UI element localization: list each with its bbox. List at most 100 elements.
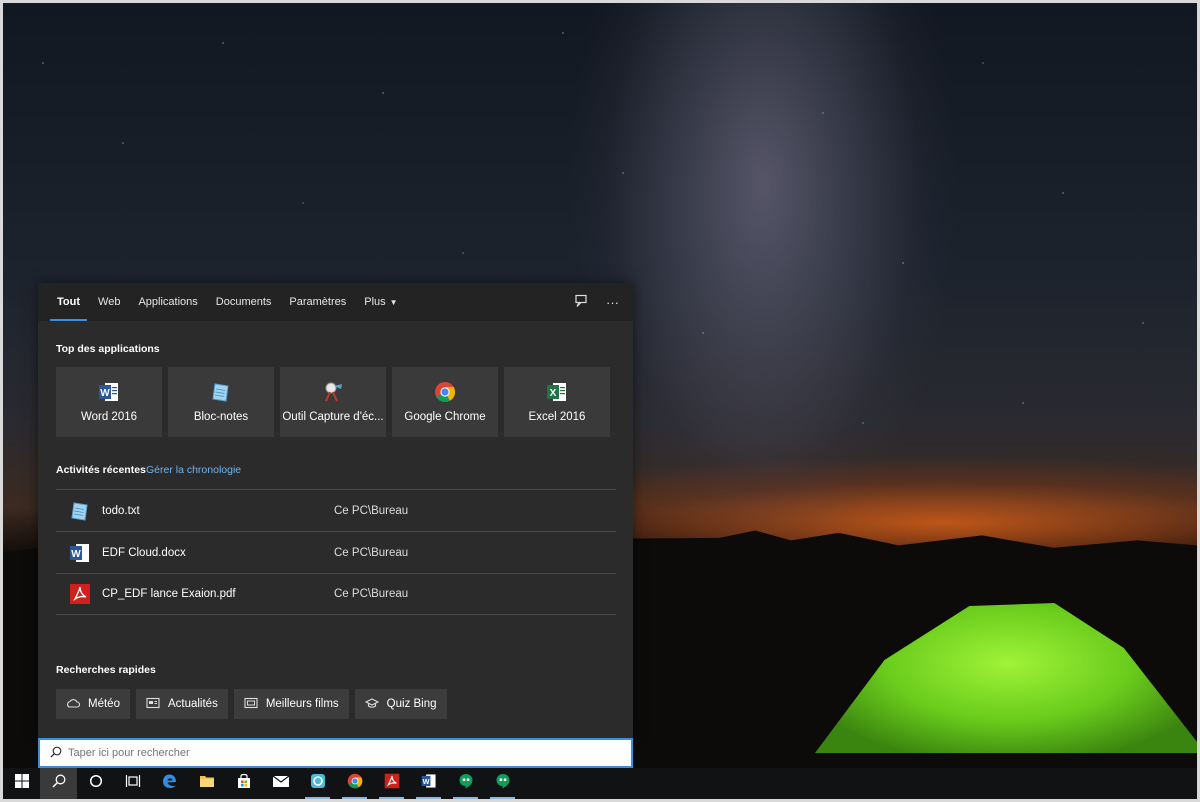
tab-parametres[interactable]: Paramètres: [280, 283, 355, 321]
app-name: Word 2016: [80, 411, 138, 423]
caret-down-icon: ▼: [389, 297, 398, 307]
taskbar-store[interactable]: [225, 768, 262, 799]
search-tabbar: Tout Web Applications Documents Paramètr…: [38, 283, 633, 321]
news-icon: [146, 697, 160, 712]
app-tile-notepad[interactable]: Bloc-notes: [168, 367, 274, 437]
tab-documents[interactable]: Documents: [207, 283, 281, 321]
recent-item-cp-edf[interactable]: CP_EDF lance Exaion.pdf Ce PC\Bureau: [56, 573, 616, 615]
search-icon: [50, 746, 62, 761]
word-icon: W: [68, 542, 92, 564]
tab-web[interactable]: Web: [89, 283, 129, 321]
tabbar-actions: ···: [574, 283, 619, 321]
file-explorer-icon: [199, 774, 215, 793]
notepad-icon: [68, 500, 92, 522]
app-name: Excel 2016: [528, 411, 586, 423]
movie-icon: [244, 697, 258, 712]
top-apps-title: Top des applications: [56, 343, 160, 355]
taskbar-file-explorer[interactable]: [188, 768, 225, 799]
feedback-icon[interactable]: [574, 294, 588, 311]
cortana-icon: [89, 774, 103, 793]
svg-text:W: W: [100, 388, 110, 399]
word-icon: W: [421, 773, 437, 794]
recent-item-edf-cloud[interactable]: W EDF Cloud.docx Ce PC\Bureau: [56, 531, 616, 573]
tab-applications[interactable]: Applications: [129, 283, 206, 321]
start-button[interactable]: [3, 768, 40, 799]
file-name: todo.txt: [102, 504, 140, 517]
tab-label: Web: [98, 296, 121, 308]
pdf-icon: [68, 583, 92, 605]
tab-label: Applications: [138, 296, 198, 308]
word-icon: W: [98, 381, 120, 403]
app-tile-word[interactable]: W Word 2016: [56, 367, 162, 437]
recent-item-todo[interactable]: todo.txt Ce PC\Bureau: [56, 489, 616, 531]
taskbar-app[interactable]: [299, 768, 336, 799]
tab-label: Plus: [364, 296, 386, 308]
quick-search-label: Quiz Bing: [386, 698, 437, 710]
hangouts-icon: [495, 773, 511, 794]
quick-search-news[interactable]: Actualités: [135, 689, 228, 719]
quick-search-label: Meilleurs films: [265, 698, 339, 710]
svg-text:X: X: [550, 388, 557, 399]
taskbar-chrome[interactable]: [336, 768, 373, 799]
file-location: Ce PC\Bureau: [334, 546, 409, 559]
taskbar-search-box[interactable]: [38, 738, 633, 768]
taskbar-mail[interactable]: [262, 768, 299, 799]
app-name: Bloc-notes: [193, 411, 249, 423]
task-view-button[interactable]: [114, 768, 151, 799]
excel-icon: X: [546, 381, 568, 403]
tab-label: Tout: [57, 296, 81, 308]
app-tile-excel[interactable]: X Excel 2016: [504, 367, 610, 437]
search-input[interactable]: [68, 747, 608, 759]
snipping-tool-icon: [322, 381, 344, 403]
app-name: Outil Capture d'éc...: [282, 411, 384, 423]
recent-activities-list: todo.txt Ce PC\Bureau W EDF Cloud.docx C…: [56, 489, 616, 615]
cortana-button[interactable]: [77, 768, 114, 799]
taskbar-edge[interactable]: [151, 768, 188, 799]
app-tile-chrome[interactable]: Google Chrome: [392, 367, 498, 437]
quick-searches: Météo Actualités Meilleurs films Quiz Bi…: [56, 689, 447, 719]
tab-label: Paramètres: [289, 296, 347, 308]
tab-tout[interactable]: Tout: [48, 283, 89, 321]
search-panel: Tout Web Applications Documents Paramètr…: [38, 283, 633, 738]
quick-search-label: Météo: [88, 698, 120, 710]
quick-search-weather[interactable]: Météo: [56, 689, 130, 719]
tab-plus[interactable]: Plus ▼: [355, 283, 406, 321]
taskbar-acrobat[interactable]: [373, 768, 410, 799]
file-location: Ce PC\Bureau: [334, 504, 409, 517]
svg-text:W: W: [71, 549, 81, 560]
acrobat-icon: [384, 773, 400, 794]
taskbar-hangouts-2[interactable]: [484, 768, 521, 799]
quiz-icon: [364, 697, 379, 712]
search-icon: [51, 774, 66, 793]
app-icon: [310, 773, 326, 794]
quick-search-quiz[interactable]: Quiz Bing: [354, 689, 447, 719]
mail-icon: [272, 774, 290, 793]
hangouts-icon: [458, 773, 474, 794]
manage-timeline-link[interactable]: Gérer la chronologie: [146, 464, 241, 476]
tab-label: Documents: [215, 296, 272, 308]
svg-text:W: W: [422, 777, 429, 786]
app-name: Google Chrome: [404, 411, 486, 423]
quick-searches-title: Recherches rapides: [56, 664, 156, 676]
windows-logo-icon: [14, 774, 29, 793]
task-view-icon: [125, 774, 141, 793]
edge-icon: [162, 773, 178, 794]
chrome-icon: [434, 381, 456, 403]
chrome-icon: [347, 773, 363, 794]
store-icon: [236, 773, 252, 794]
quick-search-movies[interactable]: Meilleurs films: [233, 689, 349, 719]
file-name: CP_EDF lance Exaion.pdf: [102, 588, 236, 600]
taskbar-search-button[interactable]: [40, 768, 77, 799]
taskbar: W: [0, 768, 1200, 802]
recent-activities-title: Activités récentes: [56, 464, 146, 476]
file-name: EDF Cloud.docx: [102, 546, 186, 559]
weather-icon: [66, 697, 81, 712]
app-tile-snipping-tool[interactable]: Outil Capture d'éc...: [280, 367, 386, 437]
more-options-icon[interactable]: ···: [606, 295, 619, 310]
notepad-icon: [210, 381, 232, 403]
quick-search-label: Actualités: [167, 698, 218, 710]
file-location: Ce PC\Bureau: [334, 588, 409, 600]
top-apps-grid: W Word 2016 Bloc-notes Outil Capture d'é…: [56, 367, 610, 437]
taskbar-hangouts-1[interactable]: [447, 768, 484, 799]
taskbar-word[interactable]: W: [410, 768, 447, 799]
